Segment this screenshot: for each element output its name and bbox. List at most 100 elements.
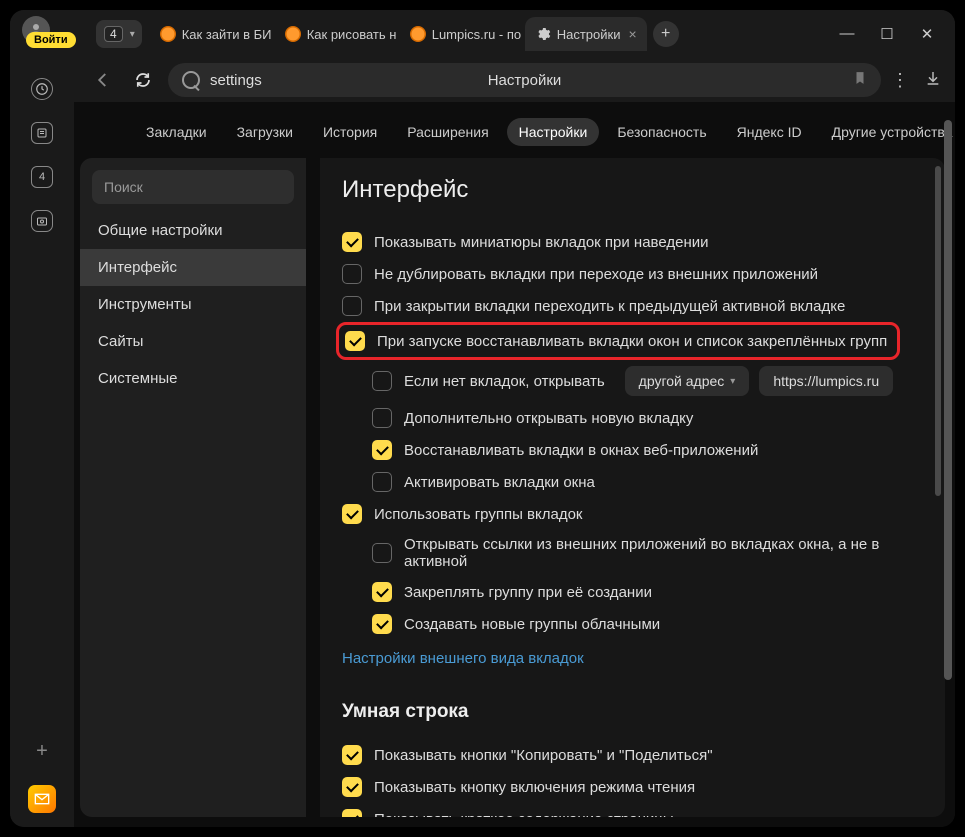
menu-button[interactable]: ⋮: [891, 70, 907, 91]
tab-label: Lumpics.ru - по: [432, 27, 521, 42]
option-row[interactable]: Открывать ссылки из внешних приложений в…: [372, 530, 945, 576]
option-label: Показывать миниатюры вкладок при наведен…: [374, 234, 709, 251]
checkbox-icon[interactable]: [342, 809, 362, 817]
sidenav-general[interactable]: Общие настройки: [80, 212, 306, 249]
tab-3[interactable]: Lumpics.ru - по: [400, 17, 525, 51]
option-row[interactable]: При закрытии вкладки переходить к предыд…: [342, 290, 945, 322]
checkbox-icon[interactable]: [342, 232, 362, 252]
bookmark-icon[interactable]: [853, 70, 867, 90]
settings-main: Интерфейс Показывать миниатюры вкладок п…: [320, 158, 945, 817]
topnav-downloads[interactable]: Загрузки: [225, 118, 305, 146]
add-panel-button[interactable]: +: [36, 740, 48, 763]
inner-scrollbar[interactable]: [935, 166, 941, 809]
sidenav-sites[interactable]: Сайты: [80, 323, 306, 360]
option-label: Показывать кнопку включения режима чтени…: [374, 779, 695, 796]
address-bar[interactable]: settings Настройки: [168, 63, 881, 97]
option-row[interactable]: Создавать новые группы облачными: [372, 608, 945, 640]
checkbox-icon[interactable]: [372, 543, 392, 563]
option-label: Закреплять группу при её создании: [404, 584, 652, 601]
option-label: Восстанавливать вкладки в окнах веб-прил…: [404, 442, 758, 459]
side-panel: 4 +: [10, 58, 74, 827]
tab-count-button[interactable]: 4 ▾: [96, 20, 142, 48]
option-row[interactable]: Показывать кнопки "Копировать" и "Подели…: [342, 739, 945, 771]
checkbox-icon[interactable]: [342, 745, 362, 765]
option-row[interactable]: Не дублировать вкладки при переходе из в…: [342, 258, 945, 290]
tab-2[interactable]: Как рисовать н: [275, 17, 400, 51]
option-label: Создавать новые группы облачными: [404, 616, 660, 633]
checkbox-icon[interactable]: [342, 777, 362, 797]
option-label: Открывать ссылки из внешних приложений в…: [404, 536, 945, 570]
mail-icon[interactable]: [28, 785, 56, 813]
search-input[interactable]: Поиск: [92, 170, 294, 204]
option-row[interactable]: Если нет вкладок, открывать другой адрес…: [372, 360, 945, 402]
option-label: Показывать кнопки "Копировать" и "Подели…: [374, 747, 713, 764]
downloads-button[interactable]: [925, 70, 941, 91]
title-bar: Войти 4 ▾ Как зайти в БИ Как рисовать н …: [10, 10, 955, 58]
checkbox-icon[interactable]: [342, 504, 362, 524]
maximize-button[interactable]: ☐: [879, 25, 895, 43]
checkbox-icon[interactable]: [372, 408, 392, 428]
checkbox-icon[interactable]: [372, 614, 392, 634]
dropdown-address-mode[interactable]: другой адрес▾: [625, 366, 750, 396]
sidenav-system[interactable]: Системные: [80, 360, 306, 397]
new-tab-button[interactable]: +: [653, 21, 679, 47]
back-button[interactable]: [88, 65, 118, 95]
dropdown-value: другой адрес: [639, 373, 725, 389]
checkbox-icon[interactable]: [372, 582, 392, 602]
checkbox-icon[interactable]: [372, 440, 392, 460]
topnav-devices[interactable]: Другие устройства: [820, 118, 955, 146]
content-area: Закладки Загрузки История Расширения Нас…: [74, 102, 955, 827]
tab-count-badge: 4: [104, 26, 123, 42]
checkbox-icon[interactable]: [372, 371, 392, 391]
page-title: Настройки: [488, 72, 562, 89]
url-text: settings: [210, 72, 262, 89]
topnav-security[interactable]: Безопасность: [605, 118, 718, 146]
settings-sidenav: Поиск Общие настройки Интерфейс Инструме…: [80, 158, 306, 817]
reload-button[interactable]: [128, 65, 158, 95]
checkbox-icon[interactable]: [372, 472, 392, 492]
tab-label: Как рисовать н: [307, 27, 397, 42]
option-row[interactable]: Дополнительно открывать новую вкладку: [372, 402, 945, 434]
topnav-bookmarks[interactable]: Закладки: [134, 118, 219, 146]
option-row[interactable]: Активировать вкладки окна: [372, 466, 945, 498]
option-label: Не дублировать вкладки при переходе из в…: [374, 266, 818, 283]
highlighted-option: При запуске восстанавливать вкладки окон…: [336, 322, 900, 360]
screenshot-icon[interactable]: [31, 210, 53, 232]
tab-strip: Как зайти в БИ Как рисовать н Lumpics.ru…: [150, 17, 839, 51]
tab-1[interactable]: Как зайти в БИ: [150, 17, 275, 51]
option-row[interactable]: Закреплять группу при её создании: [372, 576, 945, 608]
close-icon[interactable]: ×: [628, 26, 636, 42]
option-label: Если нет вкладок, открывать: [404, 373, 605, 390]
history-icon[interactable]: [31, 78, 53, 100]
login-button[interactable]: Войти: [26, 32, 76, 48]
option-row[interactable]: Восстанавливать вкладки в окнах веб-прил…: [372, 434, 945, 466]
scroll-thumb[interactable]: [935, 166, 941, 496]
option-row[interactable]: Использовать группы вкладок: [342, 498, 945, 530]
tabs-appearance-link[interactable]: Настройки внешнего вида вкладок: [342, 640, 584, 671]
option-row[interactable]: Показывать миниатюры вкладок при наведен…: [342, 226, 945, 258]
topnav-extensions[interactable]: Расширения: [395, 118, 500, 146]
option-row[interactable]: Показывать краткое содержание страницы: [342, 803, 945, 817]
minimize-button[interactable]: —: [839, 25, 855, 43]
checkbox-icon[interactable]: [345, 331, 365, 351]
tabs-icon[interactable]: 4: [31, 166, 53, 188]
option-label: Использовать группы вкладок: [374, 506, 583, 523]
topnav-yandexid[interactable]: Яндекс ID: [725, 118, 814, 146]
favicon-icon: [410, 26, 426, 42]
sidenav-tools[interactable]: Инструменты: [80, 286, 306, 323]
url-input[interactable]: https://lumpics.ru: [759, 366, 893, 396]
option-label: Дополнительно открывать новую вкладку: [404, 410, 693, 427]
topnav-history[interactable]: История: [311, 118, 389, 146]
option-row[interactable]: Показывать кнопку включения режима чтени…: [342, 771, 945, 803]
topnav-settings[interactable]: Настройки: [507, 118, 600, 146]
outer-scroll-thumb[interactable]: [944, 120, 952, 680]
section-heading-2: Умная строка: [342, 701, 945, 723]
checkbox-icon[interactable]: [342, 296, 362, 316]
collections-icon[interactable]: [31, 122, 53, 144]
close-button[interactable]: ✕: [919, 25, 935, 43]
search-engine-icon: [182, 71, 200, 89]
option-label: При запуске восстанавливать вкладки окон…: [377, 333, 887, 350]
sidenav-interface[interactable]: Интерфейс: [80, 249, 306, 286]
tab-settings[interactable]: Настройки ×: [525, 17, 647, 51]
checkbox-icon[interactable]: [342, 264, 362, 284]
